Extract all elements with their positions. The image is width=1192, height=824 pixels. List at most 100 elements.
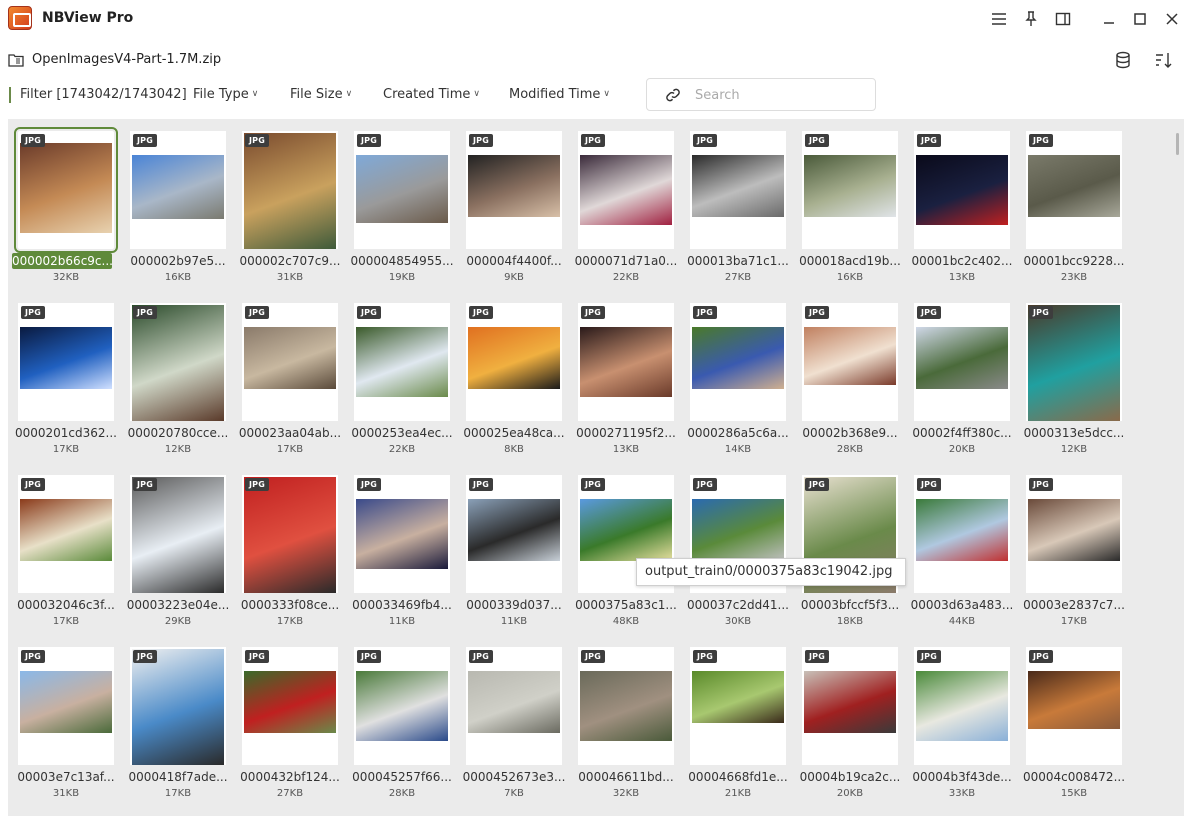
file-size: 12KB: [1060, 444, 1088, 455]
thumbnail-card[interactable]: JPG: [18, 303, 114, 421]
file-item[interactable]: JPG 000033469fb4... 11KB: [346, 467, 458, 637]
thumbnail-card[interactable]: JPG: [914, 475, 1010, 593]
file-item[interactable]: JPG 000004f4400f... 9KB: [458, 123, 570, 293]
file-item[interactable]: JPG 0000375a83c1... 48KB: [570, 467, 682, 637]
thumbnail-card[interactable]: JPG: [466, 647, 562, 765]
file-item[interactable]: JPG 0000339d037... 11KB: [458, 467, 570, 637]
file-item[interactable]: JPG 0000271195f2... 13KB: [570, 295, 682, 465]
file-item[interactable]: JPG 00001bc2c402... 13KB: [906, 123, 1018, 293]
thumbnail-card[interactable]: JPG: [690, 131, 786, 249]
file-item[interactable]: JPG 000037c2dd41... 30KB: [682, 467, 794, 637]
file-item[interactable]: JPG 00004b19ca2c... 20KB: [794, 639, 906, 809]
thumbnail-card[interactable]: JPG: [466, 303, 562, 421]
file-item[interactable]: JPG 00004668fd1e... 21KB: [682, 639, 794, 809]
database-icon[interactable]: [1114, 51, 1132, 69]
thumbnail-card[interactable]: JPG: [914, 131, 1010, 249]
modified-time-dropdown[interactable]: Modified Time ∨: [509, 87, 610, 102]
thumbnail-card[interactable]: JPG: [18, 647, 114, 765]
thumbnail-card[interactable]: JPG: [354, 303, 450, 421]
file-item[interactable]: JPG 000023aa04ab... 17KB: [234, 295, 346, 465]
thumbnail-card[interactable]: JPG: [18, 475, 114, 593]
file-item[interactable]: JPG 000002c707c9... 31KB: [234, 123, 346, 293]
maximize-icon[interactable]: [1128, 8, 1152, 30]
thumbnail-card[interactable]: JPG: [802, 131, 898, 249]
thumbnail-card[interactable]: JPG: [130, 475, 226, 593]
file-item[interactable]: JPG 000018acd19b... 16KB: [794, 123, 906, 293]
file-item[interactable]: JPG 000002b66c9c... 32KB: [10, 123, 122, 293]
file-item[interactable]: JPG 000025ea48ca... 8KB: [458, 295, 570, 465]
file-item[interactable]: JPG 00002b368e9... 28KB: [794, 295, 906, 465]
created-time-dropdown[interactable]: Created Time ∨: [383, 87, 480, 102]
thumbnail-card[interactable]: JPG: [242, 131, 338, 249]
file-item[interactable]: JPG 000032046c3f... 17KB: [10, 467, 122, 637]
thumbnail-card[interactable]: JPG: [242, 647, 338, 765]
minimize-icon[interactable]: [1097, 8, 1121, 30]
search-input[interactable]: [695, 86, 865, 104]
thumbnail-card[interactable]: JPG: [354, 131, 450, 249]
file-item[interactable]: JPG 00004c008472... 15KB: [1018, 639, 1130, 809]
thumbnail-grid[interactable]: JPG 000002b66c9c... 32KB JPG 000002b97e5... 1…: [8, 119, 1184, 816]
thumbnail-card[interactable]: JPG: [690, 647, 786, 765]
thumbnail-card[interactable]: JPG: [466, 131, 562, 249]
file-size-dropdown[interactable]: File Size ∨: [290, 87, 352, 102]
thumbnail-card[interactable]: JPG: [578, 131, 674, 249]
thumbnail-card[interactable]: JPG: [802, 303, 898, 421]
file-item[interactable]: JPG 00004b3f43de... 33KB: [906, 639, 1018, 809]
thumbnail-card[interactable]: JPG: [690, 303, 786, 421]
thumbnail-card[interactable]: JPG: [1026, 475, 1122, 593]
link-icon[interactable]: [665, 87, 681, 103]
thumbnail-card[interactable]: JPG: [354, 475, 450, 593]
close-icon[interactable]: [1160, 8, 1184, 30]
thumbnail-card[interactable]: JPG: [354, 647, 450, 765]
thumbnail-card[interactable]: JPG: [242, 475, 338, 593]
thumbnail-card[interactable]: JPG: [466, 475, 562, 593]
thumbnail-card[interactable]: JPG: [914, 647, 1010, 765]
file-item[interactable]: JPG 00003d63a483... 44KB: [906, 467, 1018, 637]
sort-icon[interactable]: [1154, 51, 1172, 69]
thumbnail-card[interactable]: JPG: [130, 303, 226, 421]
file-item[interactable]: JPG 0000432bf124... 27KB: [234, 639, 346, 809]
file-item[interactable]: JPG 00003e7c13af... 31KB: [10, 639, 122, 809]
file-item[interactable]: JPG 0000333f08ce... 17KB: [234, 467, 346, 637]
file-item[interactable]: JPG 00002f4ff380c... 20KB: [906, 295, 1018, 465]
file-item[interactable]: JPG 000004854955... 19KB: [346, 123, 458, 293]
file-item[interactable]: JPG 00003e2837c7... 17KB: [1018, 467, 1130, 637]
menu-icon[interactable]: [987, 8, 1011, 30]
image-thumbnail: [244, 477, 336, 593]
file-item[interactable]: JPG 0000253ea4ec... 22KB: [346, 295, 458, 465]
thumbnail-card[interactable]: JPG: [14, 127, 118, 253]
thumbnail-card[interactable]: JPG: [1026, 647, 1122, 765]
file-size: 19KB: [388, 272, 416, 283]
thumbnail-card[interactable]: JPG: [578, 303, 674, 421]
file-item[interactable]: JPG 000045257f66... 28KB: [346, 639, 458, 809]
file-item[interactable]: JPG 000046611bd... 32KB: [570, 639, 682, 809]
file-item[interactable]: JPG 00001bcc9228... 23KB: [1018, 123, 1130, 293]
file-size: 31KB: [276, 272, 304, 283]
pin-icon[interactable]: [1019, 8, 1043, 30]
archive-path[interactable]: OpenImagesV4-Part-1.7M.zip: [32, 52, 221, 67]
thumbnail-card[interactable]: JPG: [578, 647, 674, 765]
file-item[interactable]: JPG 0000201cd362... 17KB: [10, 295, 122, 465]
file-item[interactable]: JPG 0000452673e3... 7KB: [458, 639, 570, 809]
thumbnail-card[interactable]: JPG: [802, 647, 898, 765]
file-type-dropdown[interactable]: File Type ∨: [193, 87, 258, 102]
file-item[interactable]: JPG 0000071d71a0... 22KB: [570, 123, 682, 293]
thumbnail-card[interactable]: JPG: [130, 131, 226, 249]
thumbnail-card[interactable]: JPG: [1026, 131, 1122, 249]
file-item[interactable]: JPG 0000418f7ade... 17KB: [122, 639, 234, 809]
sidebar-toggle-icon[interactable]: [1051, 8, 1075, 30]
file-item[interactable]: JPG 0000313e5dcc... 12KB: [1018, 295, 1130, 465]
thumbnail-card[interactable]: JPG: [130, 647, 226, 765]
thumbnail-card[interactable]: JPG: [914, 303, 1010, 421]
file-item[interactable]: JPG 000002b97e5... 16KB: [122, 123, 234, 293]
image-thumbnail: [804, 671, 896, 733]
thumbnail-card[interactable]: JPG: [242, 303, 338, 421]
file-item[interactable]: JPG 0000286a5c6a... 14KB: [682, 295, 794, 465]
scrollbar[interactable]: [1176, 133, 1179, 155]
file-item[interactable]: JPG 00003bfccf5f3... 18KB: [794, 467, 906, 637]
thumbnail-card[interactable]: JPG: [1026, 303, 1122, 421]
file-item[interactable]: JPG 000013ba71c1... 27KB: [682, 123, 794, 293]
file-item[interactable]: JPG 000020780cce... 12KB: [122, 295, 234, 465]
file-item[interactable]: JPG 00003223e04e... 29KB: [122, 467, 234, 637]
search-box[interactable]: [646, 78, 876, 111]
